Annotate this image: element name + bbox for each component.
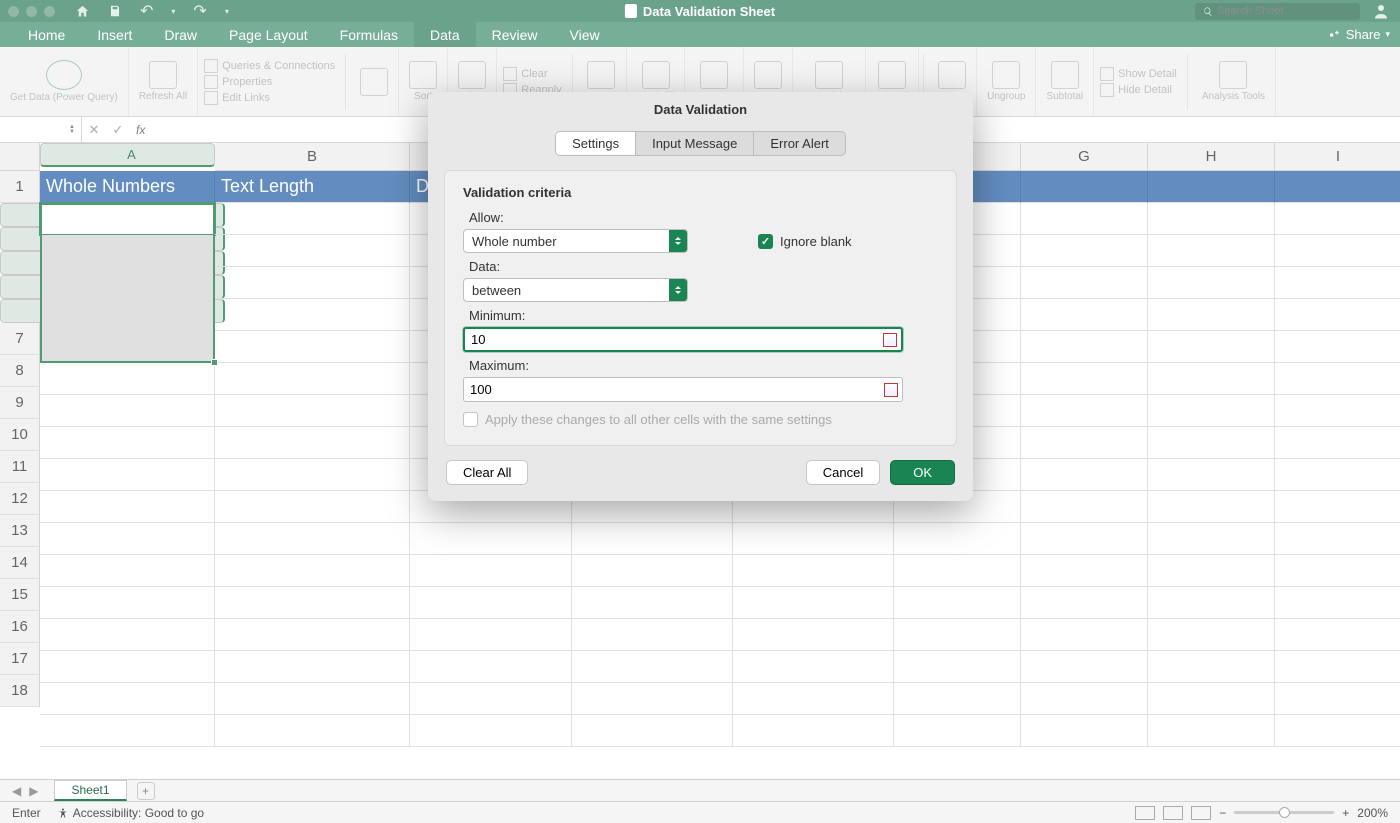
dialog-title: Data Validation xyxy=(428,92,973,131)
apply-all-label: Apply these changes to all other cells w… xyxy=(485,412,832,427)
dialog-body: Validation criteria Allow: Whole number … xyxy=(444,170,957,446)
zoom-level[interactable]: 200% xyxy=(1357,806,1388,820)
data-label: Data: xyxy=(463,259,938,274)
ignore-blank-checkbox[interactable]: ✓ Ignore blank xyxy=(758,234,852,249)
zoom-in-button[interactable]: + xyxy=(1342,806,1349,820)
maximum-field[interactable] xyxy=(470,382,896,397)
checkbox-checked-icon: ✓ xyxy=(758,234,773,249)
accessibility-status[interactable]: Accessibility: Good to go xyxy=(57,806,204,820)
maximum-input[interactable] xyxy=(463,377,903,402)
range-select-icon[interactable] xyxy=(884,383,898,397)
dialog-footer: Clear All Cancel OK xyxy=(428,446,973,501)
page-break-view-icon[interactable] xyxy=(1191,806,1211,820)
select-arrows-icon xyxy=(669,279,687,301)
dialog-tab-input-message[interactable]: Input Message xyxy=(636,132,754,155)
minimum-label: Minimum: xyxy=(463,308,938,323)
zoom-out-button[interactable]: − xyxy=(1219,806,1226,820)
dialog-tab-error-alert[interactable]: Error Alert xyxy=(754,132,845,155)
sheet-tab-bar: ◀ ▶ Sheet1 + xyxy=(0,779,1400,801)
validation-criteria-label: Validation criteria xyxy=(463,185,938,200)
status-mode: Enter xyxy=(12,806,41,820)
allow-value: Whole number xyxy=(472,234,557,249)
sheet-tab[interactable]: Sheet1 xyxy=(54,780,126,801)
status-bar: Enter Accessibility: Good to go − + 200% xyxy=(0,801,1400,823)
minimum-field[interactable] xyxy=(471,332,895,347)
minimum-input[interactable] xyxy=(463,327,903,352)
maximum-label: Maximum: xyxy=(463,358,938,373)
checkbox-unchecked-icon xyxy=(463,412,478,427)
sheet-nav-right-icon[interactable]: ▶ xyxy=(25,784,42,798)
data-value: between xyxy=(472,283,521,298)
page-layout-view-icon[interactable] xyxy=(1163,806,1183,820)
dialog-tabs: Settings Input Message Error Alert xyxy=(428,131,973,156)
cancel-button[interactable]: Cancel xyxy=(806,460,880,485)
data-select[interactable]: between xyxy=(463,278,688,302)
apply-all-checkbox: Apply these changes to all other cells w… xyxy=(463,412,938,427)
normal-view-icon[interactable] xyxy=(1135,806,1155,820)
data-validation-dialog: Data Validation Settings Input Message E… xyxy=(428,92,973,501)
accessibility-icon xyxy=(57,807,69,819)
clear-all-button[interactable]: Clear All xyxy=(446,460,528,485)
select-arrows-icon xyxy=(669,230,687,252)
allow-select[interactable]: Whole number xyxy=(463,229,688,253)
zoom-thumb[interactable] xyxy=(1279,807,1290,818)
add-sheet-button[interactable]: + xyxy=(137,782,155,800)
range-select-icon[interactable] xyxy=(883,333,897,347)
allow-label: Allow: xyxy=(463,210,938,225)
zoom-slider[interactable] xyxy=(1234,811,1334,814)
dialog-tab-settings[interactable]: Settings xyxy=(556,132,636,155)
ignore-blank-label: Ignore blank xyxy=(780,234,852,249)
sheet-nav-left-icon[interactable]: ◀ xyxy=(8,784,25,798)
ok-button[interactable]: OK xyxy=(890,460,955,485)
